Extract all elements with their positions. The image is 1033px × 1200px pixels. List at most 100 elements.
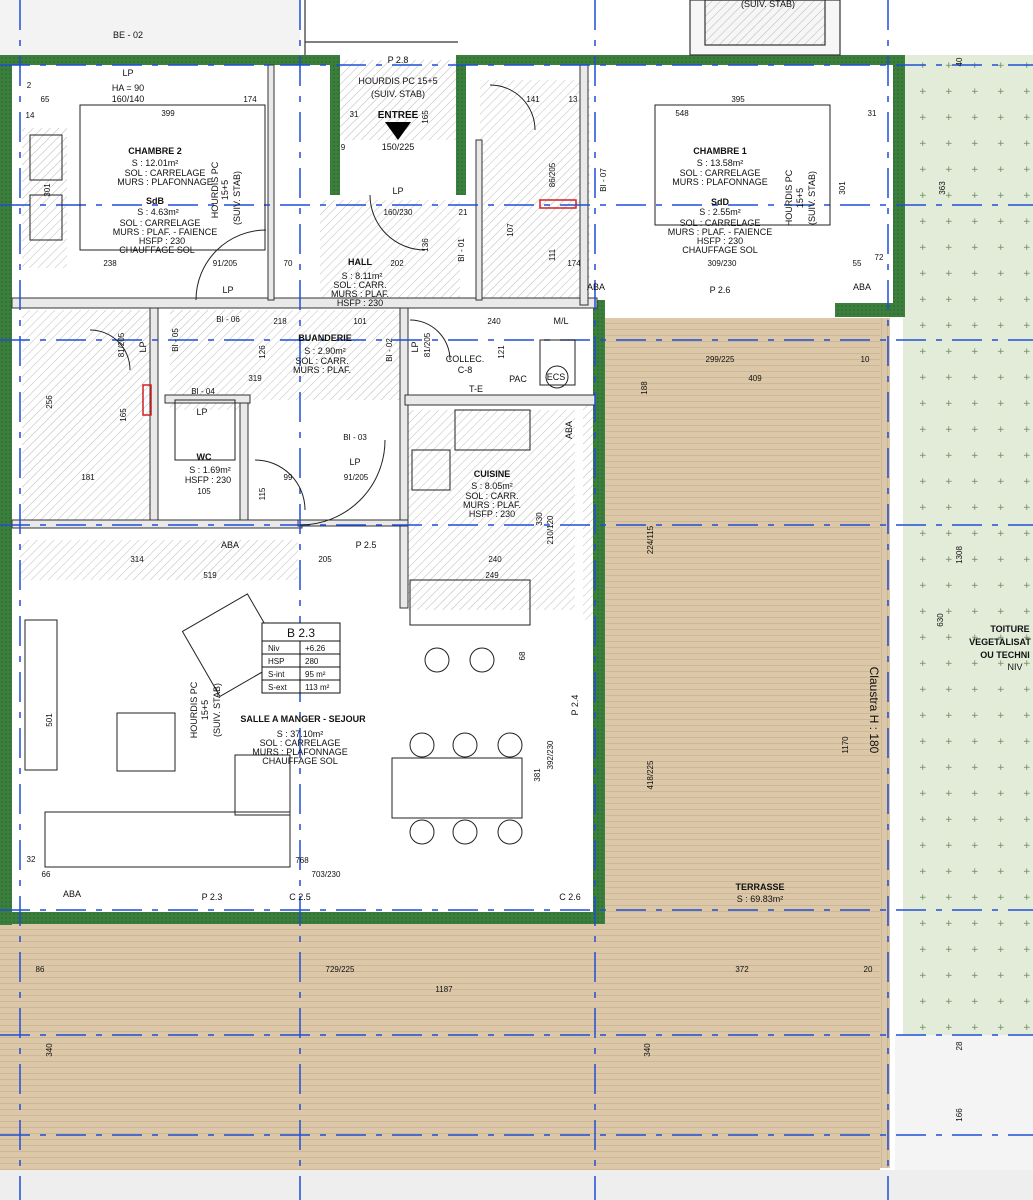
dimension-label: 409 (748, 374, 762, 383)
p28-label: P 2.8 (388, 55, 409, 65)
aba-1: ABA (587, 282, 605, 292)
dimension-label: 330 (535, 512, 544, 526)
hall-name: HALL (348, 257, 372, 267)
dimension-label: 65 (41, 95, 50, 104)
entree-label: ENTREE (378, 110, 419, 121)
chambre2-murs: MURS : PLAFONNAGE (117, 177, 213, 187)
green-roof-area (903, 55, 1033, 1035)
dimension-label: 66 (42, 870, 51, 879)
suiv-stab-top: (SUIV. STAB) (741, 0, 795, 9)
buanderie-murs: MURS : PLAF. (293, 365, 351, 375)
dimension-label: 13 (569, 95, 578, 104)
dimension-label: 40 (955, 57, 964, 66)
lp-5: LP (138, 341, 148, 352)
dimension-label: 28 (955, 1041, 964, 1050)
dimension-label: 21 (459, 208, 468, 217)
bi05-label: BI - 05 (171, 328, 180, 352)
suiv-stab-entry: (SUIV. STAB) (371, 89, 425, 99)
dimension-label: 55 (853, 259, 862, 268)
dimension-label: 174 (567, 259, 581, 268)
dimension-label: 210/120 (546, 515, 555, 544)
terrasse-area: S : 69.83m² (737, 894, 784, 904)
dimension-label: 299/225 (706, 355, 735, 364)
dimension-label: 630 (936, 613, 945, 627)
dimension-label: 165 (421, 110, 430, 124)
unit-table-key: S-ext (268, 683, 287, 692)
dimension-label: 768 (295, 856, 309, 865)
sdb1-name: SdD (711, 197, 730, 207)
claustra-label: Claustra H : 180 (867, 667, 881, 754)
dimension-label: 301 (838, 181, 847, 195)
dimension-label: 188 (640, 381, 649, 395)
dimension-label: 256 (45, 395, 54, 409)
dimension-label: 205 (318, 555, 332, 564)
c25-label: C 2.5 (289, 892, 311, 902)
dimension-label: 81/205 (117, 332, 126, 357)
dimension-label: 309/230 (708, 259, 737, 268)
dimension-label: 31 (350, 110, 359, 119)
chambre2-area: S : 12.01m² (132, 158, 179, 168)
terrasse-name: TERRASSE (735, 882, 784, 892)
dimension-label: 395 (731, 95, 745, 104)
chambre1-name: CHAMBRE 1 (693, 146, 747, 156)
dimension-label: 381 (533, 768, 542, 782)
suiv-stab-left: (SUIV. STAB) (212, 683, 222, 737)
toiture-l2: VEGETALISAT (969, 637, 1031, 647)
unit-table-value: 113 m² (305, 683, 330, 692)
hourdis-left-15: 15+5 (200, 700, 210, 720)
dimension-label: 1187 (435, 985, 453, 994)
hourdis-c2: HOURDIS PC (210, 161, 220, 218)
collec-name: COLLEC. (446, 354, 485, 364)
suiv-stab-c1: (SUIV. STAB) (807, 171, 817, 225)
hall-hsfp: HSFP : 230 (337, 298, 383, 308)
cuisine-name: CUISINE (474, 469, 511, 479)
toiture-l4: NIV (1007, 662, 1022, 672)
pac-label: PAC (509, 374, 527, 384)
bottom-margin (0, 1170, 1033, 1200)
floor-plan: + (0, 0, 1033, 1200)
dimension-label: 314 (130, 555, 144, 564)
dimension-label: 126 (258, 345, 267, 359)
lp-2: LP (392, 186, 403, 196)
dimension-label: 166 (955, 1108, 964, 1122)
lp-6: LP (410, 341, 420, 352)
lp-4: LP (349, 457, 360, 467)
hourdis-c2-15: 15+5 (220, 180, 230, 200)
aba-2: ABA (853, 282, 871, 292)
dimension-label: 160/230 (384, 208, 413, 217)
dimension-label: 372 (735, 965, 749, 974)
unit-table-value: 95 m² (305, 670, 326, 679)
bi03-label: BI - 03 (343, 433, 367, 442)
hourdis-c1: HOURDIS PC (784, 169, 794, 226)
unit-table-key: S-int (268, 670, 285, 679)
dimension-label: 107 (506, 223, 515, 237)
dimension-label: 9 (341, 143, 346, 152)
sdb2-chauff: CHAUFFAGE SOL (119, 245, 195, 255)
dimension-label: 519 (203, 571, 217, 580)
dimension-label: 240 (487, 317, 501, 326)
dimension-label: 101 (353, 317, 367, 326)
dimension-label: 301 (43, 183, 52, 197)
hourdis-left: HOURDIS PC (189, 681, 199, 738)
dimension-label: 319 (248, 374, 262, 383)
dimension-label: 1170 (841, 736, 850, 754)
dimension-label: 501 (45, 713, 54, 727)
entree-dim: 150/225 (382, 142, 415, 152)
dimension-label: 99 (284, 473, 293, 482)
dimension-label: 72 (875, 253, 884, 262)
dimension-label: 399 (161, 109, 175, 118)
dimension-label: 91/205 (344, 473, 369, 482)
be02-label: BE - 02 (113, 30, 143, 40)
te-label: T-E (469, 384, 483, 394)
dimension-label: 392/230 (546, 740, 555, 769)
sejour-chauff: CHAUFFAGE SOL (262, 756, 338, 766)
dimension-label: 240 (488, 555, 502, 564)
dimension-label: 121 (497, 345, 506, 359)
sdb2-area: S : 4.63m² (137, 207, 179, 217)
dimension-label: 141 (526, 95, 540, 104)
chambre2-name: CHAMBRE 2 (128, 146, 182, 156)
dimension-label: 202 (390, 259, 404, 268)
dimension-label: 2 (27, 81, 32, 90)
cuisine-hsfp: HSFP : 230 (469, 509, 515, 519)
terrace-right (605, 318, 880, 918)
